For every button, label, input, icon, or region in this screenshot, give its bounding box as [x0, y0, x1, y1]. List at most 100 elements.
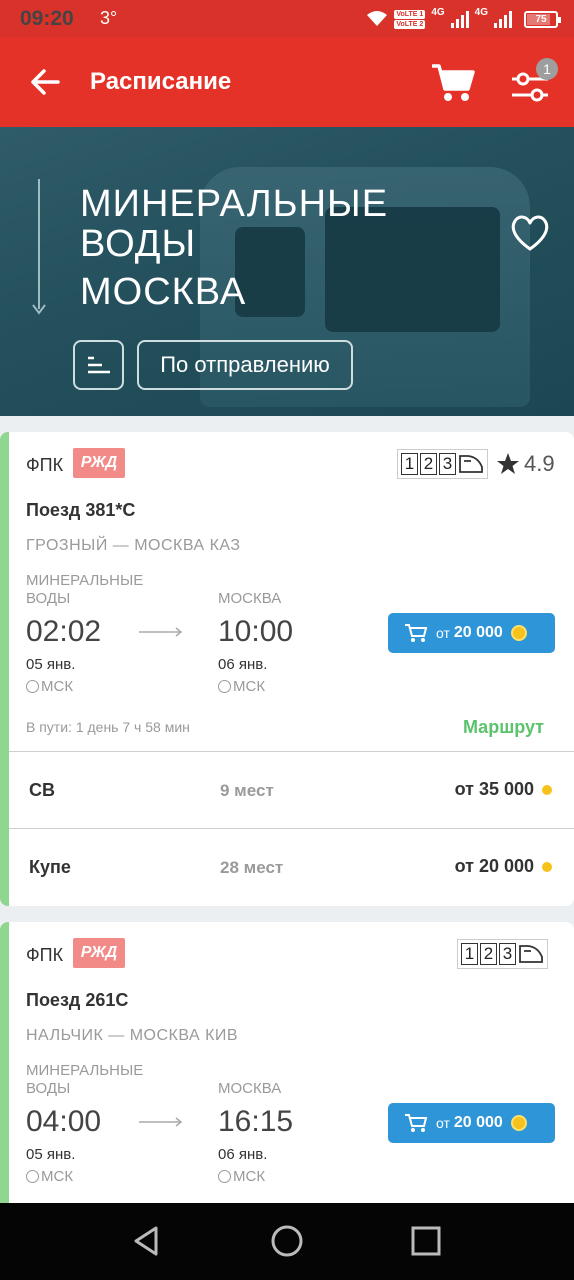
train-number: Поезд 261С	[26, 990, 129, 1010]
sort-order-button[interactable]	[73, 340, 124, 390]
network-type-2: 4G	[474, 7, 488, 18]
departure-tz-label: МСК	[41, 678, 74, 695]
departure-station-line2: ВОДЫ	[26, 590, 71, 607]
departure-time: 02:02	[26, 615, 102, 648]
class-2: 2	[420, 453, 437, 475]
train-icon	[459, 455, 483, 473]
clock-icon	[218, 1170, 231, 1183]
seat-count: 28 мест	[220, 858, 284, 877]
class-1: 1	[401, 453, 418, 475]
nav-back-icon[interactable]	[130, 1223, 166, 1259]
car-classes: 1 2 3	[397, 449, 488, 479]
seat-type: СВ	[29, 780, 55, 800]
status-temperature: 3°	[100, 8, 118, 28]
seat-price: от 20 000	[455, 856, 552, 877]
filters-button[interactable]: 1	[506, 58, 558, 105]
cart-icon	[405, 1114, 428, 1132]
back-button[interactable]	[26, 63, 64, 101]
seat-class-row[interactable]: СВ 9 мест от 35 000	[9, 752, 574, 828]
volte-icon: VoLTE 1 VoLTE 2	[394, 9, 426, 29]
price-prefix: от	[436, 1115, 450, 1131]
train-window	[325, 207, 500, 332]
network-type: 4G	[431, 7, 445, 18]
arrival-station: МОСКВА	[218, 1080, 282, 1097]
train-rating: 4.9	[496, 451, 555, 477]
cart-icon[interactable]	[430, 61, 476, 103]
rzd-logo: РЖД	[73, 938, 125, 968]
cart-icon	[405, 624, 428, 642]
arrow-right-icon	[139, 1117, 183, 1127]
coin-icon	[510, 1115, 527, 1131]
rating-value: 4.9	[524, 451, 555, 476]
departure-tz-label: МСК	[41, 1168, 74, 1185]
from-city-line2: ВОДЫ	[80, 223, 197, 265]
arrival-tz-label: МСК	[233, 678, 266, 695]
departure-station: МИНЕРАЛЬНЫЕ ВОДЫ	[26, 1062, 143, 1098]
arrival-station: МОСКВА	[218, 590, 282, 607]
carrier-name: ФПК	[26, 455, 64, 475]
arrival-date: 06 янв.	[218, 656, 268, 673]
departure-timezone: МСК	[26, 678, 73, 695]
seat-price: от 35 000	[455, 779, 552, 800]
battery-icon: 75	[524, 10, 561, 28]
favorite-heart-icon[interactable]	[509, 213, 551, 253]
departure-time: 04:00	[26, 1105, 102, 1138]
coin-icon	[542, 861, 552, 872]
price-value: 20 000	[453, 624, 503, 641]
seat-price-value: от 35 000	[454, 779, 534, 799]
class-2: 2	[480, 943, 497, 965]
seat-class-row[interactable]: Купе 28 мест от 20 000	[9, 829, 574, 905]
star-icon	[497, 453, 519, 474]
departure-date: 05 янв.	[26, 656, 76, 673]
direction-arrow-icon	[32, 304, 46, 315]
signal-2-icon	[494, 10, 512, 28]
sort-by-departure-button[interactable]: По отправлению	[137, 340, 353, 390]
status-icons: VoLTE 1 VoLTE 2 4G 4G 75	[366, 7, 561, 31]
arrow-right-icon	[139, 627, 183, 637]
status-time: 09:20	[20, 7, 74, 30]
train-route: ГРОЗНЫЙ — МОСКВА КАЗ	[26, 537, 241, 554]
class-3: 3	[499, 943, 516, 965]
direction-line	[38, 179, 40, 309]
filter-badge: 1	[536, 58, 558, 80]
arrival-timezone: МСК	[218, 1168, 265, 1185]
wifi-icon	[367, 11, 388, 26]
system-navigation-bar	[0, 1203, 574, 1280]
price-prefix: от	[436, 625, 450, 641]
route-link[interactable]: Маршрут	[463, 717, 544, 738]
trip-duration: В пути: 1 день 7 ч 58 мин	[26, 719, 190, 735]
departure-station-line1: МИНЕРАЛЬНЫЕ	[26, 1062, 144, 1079]
seat-count: 9 мест	[220, 781, 274, 800]
from-city-line1: МИНЕРАЛЬНЫЕ	[80, 183, 389, 225]
train-card[interactable]: ФПК РЖД 1 2 3 Поезд 261С НАЛЬЧИК — МОСКВ…	[0, 922, 574, 1222]
departure-date: 05 янв.	[26, 1146, 76, 1163]
seat-price-value: от 20 000	[454, 856, 534, 876]
clock-icon	[26, 1170, 39, 1183]
train-route: НАЛЬЧИК — МОСКВА КИВ	[26, 1027, 239, 1044]
nav-recents-icon[interactable]	[408, 1223, 444, 1259]
rzd-logo: РЖД	[73, 448, 125, 478]
clock-icon	[26, 680, 39, 693]
departure-station-line2: ВОДЫ	[26, 1080, 71, 1097]
car-classes: 1 2 3	[457, 939, 548, 969]
departure-station: МИНЕРАЛЬНЫЕ ВОДЫ	[26, 572, 143, 608]
arrival-timezone: МСК	[218, 678, 265, 695]
route-header: МИНЕРАЛЬНЫЕ ВОДЫ МОСКВА По отправлению	[0, 127, 574, 416]
status-bar: 09:20 3° VoLTE 1 VoLTE 2 4G 4G 75	[0, 0, 574, 37]
carrier-name: ФПК	[26, 945, 64, 965]
arrival-tz-label: МСК	[233, 1168, 266, 1185]
buy-ticket-button[interactable]: от 20 000	[388, 613, 555, 653]
train-card[interactable]: ФПК РЖД 1 2 3 4.9 Поезд 381*С ГРОЗНЫЙ — …	[0, 432, 574, 906]
battery-level: 75	[535, 13, 547, 25]
price-value: 20 000	[453, 1114, 503, 1131]
page-title: Расписание	[90, 68, 232, 95]
nav-home-icon[interactable]	[269, 1223, 305, 1259]
seat-type: Купе	[29, 857, 71, 877]
back-arrow-icon	[31, 69, 60, 95]
buy-ticket-button[interactable]: от 20 000	[388, 1103, 555, 1143]
app-bar: Расписание 1	[0, 37, 574, 127]
sort-icon	[87, 356, 110, 374]
train-icon	[519, 945, 543, 963]
train-number: Поезд 381*С	[26, 500, 136, 520]
coin-icon	[510, 625, 527, 641]
